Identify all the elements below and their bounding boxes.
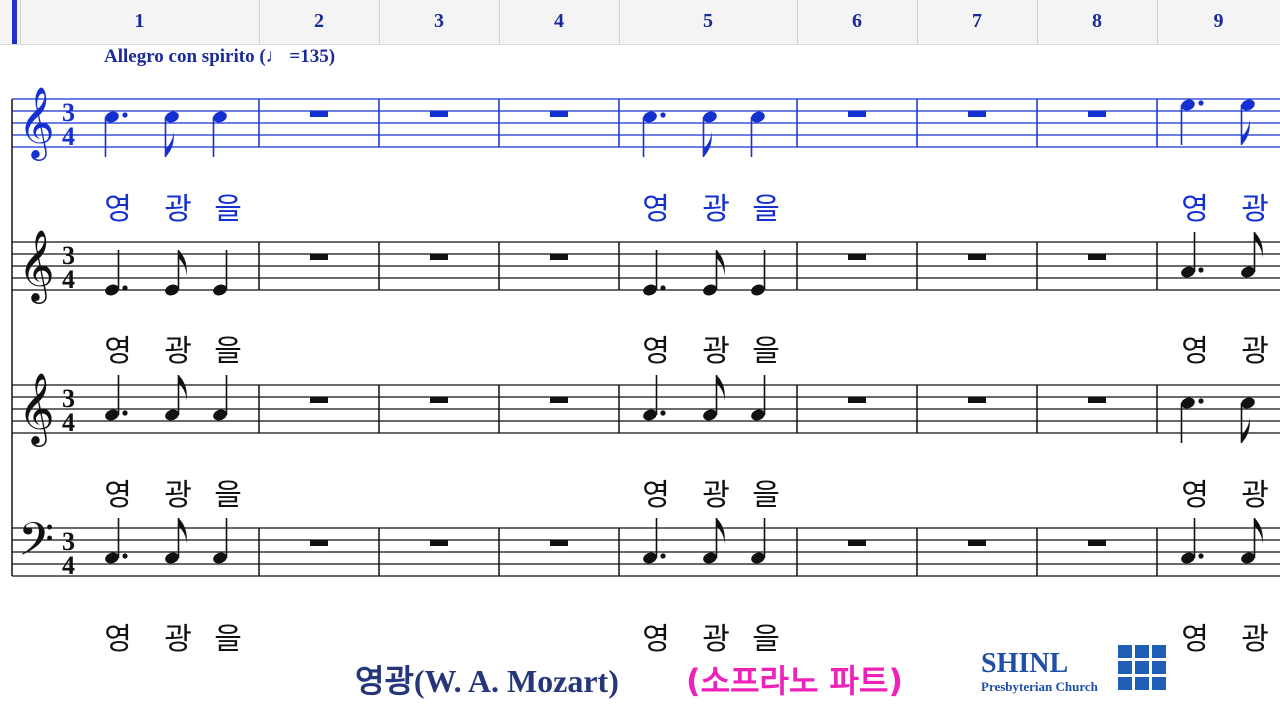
- treble-clef-icon: 𝄞: [18, 371, 55, 447]
- lyric-syllable: 을: [752, 478, 780, 513]
- augmentation-dot: [660, 285, 666, 291]
- song-title: 영광(W. A. Mozart): [355, 663, 619, 699]
- score-sheet: 𝄞 34𝄞 34𝄞 34𝄢 34: [11, 85, 1280, 580]
- church-logo-name: SHINL: [981, 648, 1069, 679]
- lyric-syllable: 을: [752, 192, 780, 227]
- lyric-syllable: 광: [1241, 334, 1269, 369]
- whole-rest: [968, 397, 986, 403]
- lyric-syllable: 광: [164, 622, 192, 657]
- lyric-syllable: 광: [702, 192, 730, 227]
- augmentation-dot: [122, 410, 128, 416]
- whole-rest: [848, 540, 866, 546]
- time-signature-denominator: 4: [62, 408, 75, 437]
- lyric-syllable: 광: [702, 334, 730, 369]
- logo-grid-square: [1152, 677, 1166, 690]
- tempo-marking: Allegro con spirito (♩ =135): [104, 46, 336, 67]
- treble-clef-icon: 𝄞: [18, 228, 55, 304]
- lyric-syllable: 광: [702, 478, 730, 513]
- lyric-syllable: 영: [642, 622, 670, 657]
- lyric-syllable: 영: [104, 334, 132, 369]
- time-signature-denominator: 4: [62, 265, 75, 294]
- lyric-syllable: 을: [752, 334, 780, 369]
- augmentation-dot: [122, 553, 128, 559]
- lyric-syllable: 영: [104, 622, 132, 657]
- logo-grid-square: [1118, 677, 1132, 690]
- lyric-syllable: 을: [214, 192, 242, 227]
- augmentation-dot: [122, 285, 128, 291]
- logo-grid-square: [1135, 677, 1149, 690]
- whole-rest: [430, 254, 448, 260]
- whole-rest: [430, 397, 448, 403]
- lyric-syllable: 광: [164, 192, 192, 227]
- whole-rest: [1088, 397, 1106, 403]
- lyric-syllable: 영: [642, 334, 670, 369]
- whole-rest: [550, 254, 568, 260]
- lyric-syllable: 영: [104, 478, 132, 513]
- augmentation-dot: [1198, 553, 1204, 559]
- augmentation-dot: [1198, 100, 1204, 106]
- lyric-syllable: 영: [642, 478, 670, 513]
- whole-rest: [310, 540, 328, 546]
- logo-grid-square: [1135, 661, 1149, 674]
- augmentation-dot: [660, 410, 666, 416]
- augmentation-dot: [1198, 398, 1204, 404]
- time-signature-denominator: 4: [62, 122, 75, 151]
- whole-rest: [1088, 254, 1106, 260]
- lyric-syllable: 을: [752, 622, 780, 657]
- whole-rest: [848, 111, 866, 117]
- whole-rest: [310, 111, 328, 117]
- lyric-syllable: 광: [1241, 192, 1269, 227]
- bass-clef-icon: 𝄢: [18, 513, 54, 578]
- lyric-syllable: 을: [214, 478, 242, 513]
- lyric-syllable: 광: [164, 478, 192, 513]
- logo-grid-square: [1118, 661, 1132, 674]
- lyric-syllable: 을: [214, 622, 242, 657]
- whole-rest: [848, 397, 866, 403]
- lyric-syllable: 광: [1241, 622, 1269, 657]
- whole-rest: [430, 540, 448, 546]
- whole-rest: [968, 111, 986, 117]
- whole-rest: [310, 254, 328, 260]
- time-signature-denominator: 4: [62, 551, 75, 580]
- whole-rest: [550, 540, 568, 546]
- augmentation-dot: [122, 112, 128, 118]
- augmentation-dot: [660, 112, 666, 118]
- whole-rest: [310, 397, 328, 403]
- logo-grid-square: [1152, 645, 1166, 658]
- lyric-syllable: 을: [214, 334, 242, 369]
- whole-rest: [1088, 540, 1106, 546]
- whole-rest: [430, 111, 448, 117]
- lyric-syllable: 영: [1181, 622, 1209, 657]
- logo-grid-square: [1135, 645, 1149, 658]
- lyric-syllable: 영: [1181, 334, 1209, 369]
- treble-clef-icon: 𝄞: [18, 85, 55, 161]
- augmentation-dot: [660, 553, 666, 559]
- lyric-syllable: 영: [642, 192, 670, 227]
- church-logo-subtitle: Presbyterian Church: [981, 679, 1098, 694]
- logo-grid-square: [1152, 661, 1166, 674]
- whole-rest: [550, 111, 568, 117]
- logo-grid-square: [1118, 645, 1132, 658]
- lyric-syllable: 영: [104, 192, 132, 227]
- part-label: (소프라노 파트): [686, 662, 904, 700]
- lyric-syllable: 영: [1181, 192, 1209, 227]
- lyric-syllable: 광: [1241, 478, 1269, 513]
- lyric-syllable: 광: [164, 334, 192, 369]
- whole-rest: [848, 254, 866, 260]
- lyric-syllable: 영: [1181, 478, 1209, 513]
- whole-rest: [550, 397, 568, 403]
- whole-rest: [968, 540, 986, 546]
- whole-rest: [968, 254, 986, 260]
- lyric-syllable: 광: [702, 622, 730, 657]
- church-logo-icon: [1118, 645, 1168, 693]
- whole-rest: [1088, 111, 1106, 117]
- augmentation-dot: [1198, 267, 1204, 273]
